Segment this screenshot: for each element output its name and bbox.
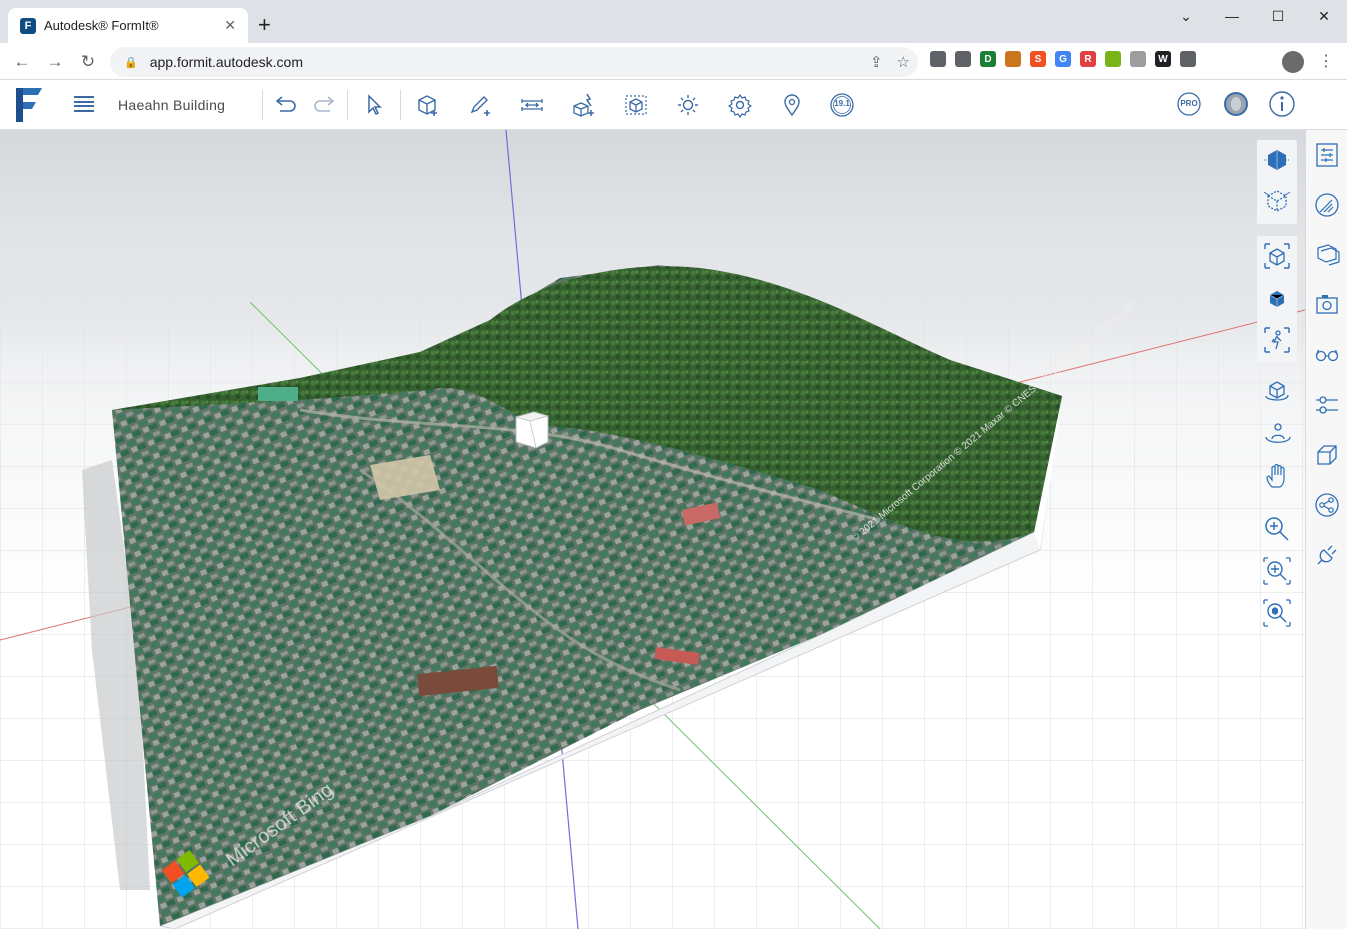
divider bbox=[262, 90, 263, 120]
browser-tab-strip: F Autodesk® FormIt® ✕ + ⌄ — ☐ ✕ bbox=[0, 0, 1347, 43]
tab-title: Autodesk® FormIt® bbox=[44, 18, 159, 33]
solid-view-icon[interactable] bbox=[1262, 283, 1292, 313]
bookmark-star-icon[interactable]: ☆ bbox=[897, 53, 910, 71]
back-button[interactable]: ← bbox=[9, 49, 35, 75]
select-icon[interactable] bbox=[360, 91, 388, 119]
materials-icon[interactable] bbox=[1314, 192, 1340, 218]
extension-icon-2[interactable] bbox=[1005, 51, 1021, 67]
translate-icon[interactable]: G bbox=[1055, 51, 1071, 67]
close-icon[interactable]: ✕ bbox=[1301, 0, 1347, 32]
browser-tab[interactable]: F Autodesk® FormIt® ✕ bbox=[8, 8, 248, 43]
camera-mode-group bbox=[1257, 236, 1297, 362]
scene-canvas: © 2021 Microsoft Corporation © 2021 Maxa… bbox=[0, 130, 1305, 929]
pan-icon[interactable] bbox=[1262, 461, 1292, 491]
maximize-icon[interactable]: ☐ bbox=[1255, 0, 1301, 32]
tab-close-icon[interactable]: ✕ bbox=[224, 17, 236, 34]
app-toolbar: Haeahn Building 19.1 PRO bbox=[0, 80, 1347, 130]
puzzle-icon[interactable] bbox=[1180, 51, 1196, 67]
chevron-down-icon[interactable]: ⌄ bbox=[1163, 0, 1209, 32]
settings-icon[interactable] bbox=[726, 91, 754, 119]
properties-icon[interactable] bbox=[1314, 142, 1340, 168]
zoom-extents-icon[interactable] bbox=[1262, 556, 1292, 586]
formit-favicon: F bbox=[20, 17, 36, 34]
omnibox[interactable]: 🔒 app.formit.autodesk.com ⇪ ☆ bbox=[110, 47, 918, 77]
scenes-icon[interactable] bbox=[1314, 292, 1340, 318]
extension-icon-d[interactable]: D bbox=[980, 51, 996, 67]
section-box-icon[interactable] bbox=[1262, 186, 1292, 216]
extension-icon-3[interactable] bbox=[1105, 51, 1121, 67]
user-avatar[interactable] bbox=[1222, 90, 1250, 118]
minimize-icon[interactable]: — bbox=[1209, 0, 1255, 32]
undo-icon[interactable] bbox=[271, 91, 299, 119]
3d-view-icon[interactable] bbox=[1262, 145, 1292, 175]
browser-menu-icon[interactable]: ⋮ bbox=[1318, 51, 1334, 71]
view-mode-group bbox=[1257, 140, 1297, 224]
shape-tools-icon[interactable] bbox=[570, 91, 598, 119]
project-name[interactable]: Haeahn Building bbox=[118, 97, 225, 113]
perspective-view-icon[interactable] bbox=[1262, 241, 1292, 271]
formit-logo-icon[interactable] bbox=[16, 88, 42, 122]
address-bar: ← → ↻ 🔒 app.formit.autodesk.com ⇪ ☆ D SGR… bbox=[0, 43, 1347, 80]
url-text: app.formit.autodesk.com bbox=[149, 54, 303, 70]
pro-badge-text: PRO bbox=[1180, 99, 1198, 108]
extensions-bar: D SGR W bbox=[930, 51, 1196, 67]
plugins-icon[interactable] bbox=[1314, 492, 1340, 518]
lock-icon: 🔒 bbox=[124, 56, 138, 69]
walk-icon[interactable] bbox=[1262, 325, 1292, 355]
redo-icon[interactable] bbox=[311, 91, 339, 119]
sketch-pencil-icon[interactable] bbox=[466, 91, 494, 119]
main-menu-icon[interactable] bbox=[74, 96, 94, 112]
orbit-icon[interactable] bbox=[1262, 376, 1292, 406]
building-cube[interactable] bbox=[514, 411, 550, 449]
extension-icon-r[interactable]: R bbox=[1080, 51, 1096, 67]
sun-icon[interactable] bbox=[674, 91, 702, 119]
zoom-icon[interactable] bbox=[1262, 514, 1292, 544]
groups-icon[interactable] bbox=[1314, 442, 1340, 468]
extension-icon-w[interactable]: W bbox=[1155, 51, 1171, 67]
info-icon[interactable] bbox=[1268, 90, 1296, 118]
divider bbox=[347, 90, 348, 120]
camera-icon[interactable] bbox=[930, 51, 946, 67]
connections-icon[interactable] bbox=[1314, 542, 1340, 568]
right-panel bbox=[1305, 130, 1347, 929]
measure-icon[interactable] bbox=[518, 91, 546, 119]
layers-icon[interactable] bbox=[1314, 242, 1340, 268]
group-icon[interactable] bbox=[622, 91, 650, 119]
visual-styles-icon[interactable] bbox=[1314, 342, 1340, 368]
extension-icon-4[interactable] bbox=[1130, 51, 1146, 67]
look-around-icon[interactable] bbox=[1262, 419, 1292, 449]
zoom-selected-icon[interactable] bbox=[1262, 598, 1292, 628]
cube-add-icon[interactable] bbox=[414, 91, 442, 119]
window-controls: ⌄ — ☐ ✕ bbox=[1163, 0, 1347, 32]
levels-icon[interactable] bbox=[1314, 392, 1340, 418]
pro-badge[interactable]: PRO bbox=[1175, 90, 1203, 118]
3d-viewport[interactable]: © 2021 Microsoft Corporation © 2021 Maxa… bbox=[0, 130, 1305, 929]
profile-avatar[interactable] bbox=[1282, 51, 1304, 73]
version-badge-text: 19.1 bbox=[834, 99, 850, 108]
version-badge[interactable]: 19.1 bbox=[828, 91, 856, 119]
new-tab-button[interactable]: + bbox=[258, 12, 271, 38]
forward-button[interactable]: → bbox=[42, 49, 68, 75]
divider bbox=[400, 90, 401, 120]
reload-button[interactable]: ↻ bbox=[75, 49, 101, 75]
extension-icon-s[interactable]: S bbox=[1030, 51, 1046, 67]
location-pin-icon[interactable] bbox=[778, 91, 806, 119]
share-icon[interactable]: ⇪ bbox=[870, 53, 883, 71]
extension-icon-1[interactable] bbox=[955, 51, 971, 67]
